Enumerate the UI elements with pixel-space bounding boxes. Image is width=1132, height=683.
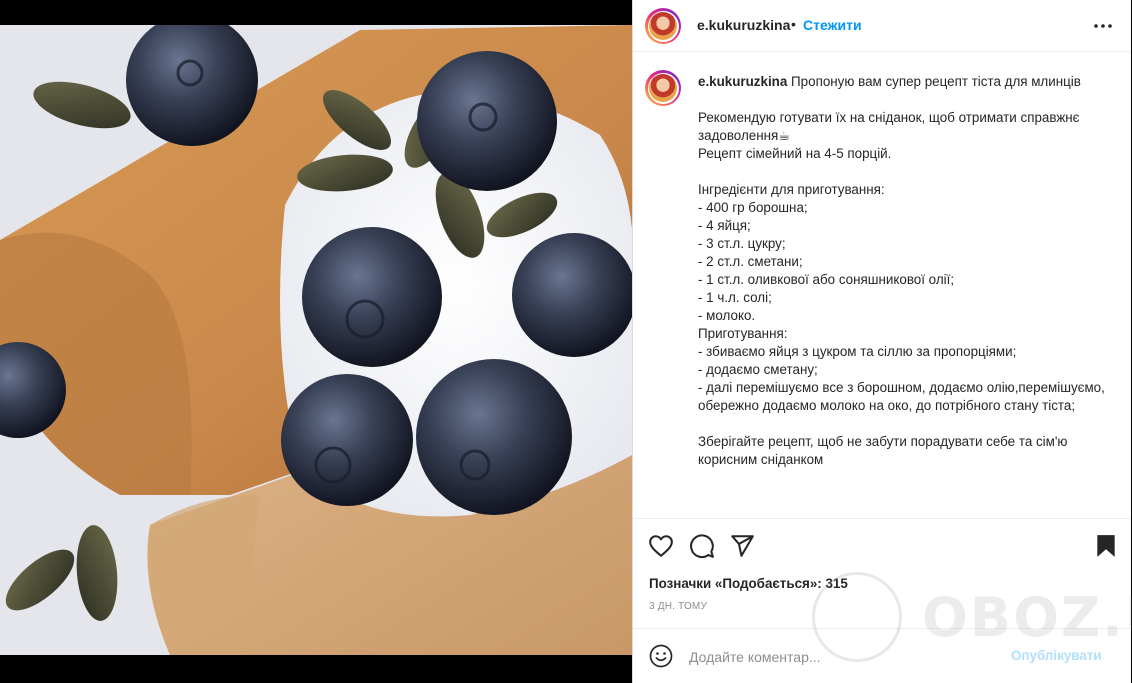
post-timestamp[interactable]: 3 ДН. ТОМУ [649, 601, 707, 612]
post-photo[interactable] [0, 25, 632, 655]
follow-button[interactable]: Стежити [803, 17, 862, 33]
caption-body: Пропоную вам супер рецепт тіста для млин… [698, 74, 1105, 467]
heart-icon[interactable] [648, 533, 674, 559]
likes-count[interactable]: Позначки «Подобається»: 315 [649, 576, 848, 591]
caption-username[interactable]: e.kukuruzkina [698, 74, 787, 89]
more-horizontal-icon[interactable] [1093, 18, 1113, 34]
bookmark-icon[interactable] [1093, 533, 1119, 559]
post-header: e.kukuruzkina • Стежити [633, 0, 1131, 52]
emoji-icon[interactable] [649, 644, 673, 668]
post-media [0, 0, 632, 683]
caption-author-avatar[interactable] [645, 70, 681, 106]
author-username[interactable]: e.kukuruzkina [697, 17, 790, 33]
send-icon[interactable] [729, 533, 755, 559]
comment-form: Опублікувати [633, 628, 1131, 683]
comment-input[interactable] [687, 645, 991, 669]
post-caption: e.kukuruzkina Пропоную вам супер рецепт … [633, 52, 1131, 519]
separator-dot: • [791, 16, 796, 32]
comment-icon[interactable] [689, 533, 715, 559]
post-details-panel: e.kukuruzkina • Стежити e.kukuruzkina Пр… [632, 0, 1131, 683]
pancakes-blueberries-image [0, 25, 632, 655]
author-avatar[interactable] [645, 8, 681, 44]
post-actions [633, 519, 1131, 563]
publish-button[interactable]: Опублікувати [1011, 648, 1102, 663]
